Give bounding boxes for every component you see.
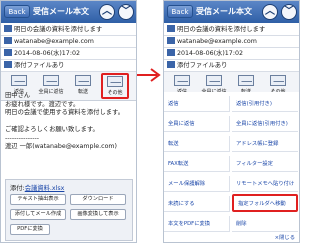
- screen-title: 受信メール本文: [196, 7, 252, 16]
- body-line: 渡辺 一郎(watanabe@example.com): [5, 143, 118, 150]
- close-menu-link[interactable]: ×閉じる: [275, 233, 295, 241]
- menu-item-mark-unread[interactable]: 未読にする: [164, 196, 230, 212]
- calendar-icon: [167, 49, 175, 56]
- body-line: ---------------: [5, 134, 40, 142]
- menu-item-move-folder[interactable]: 指定フォルダへ移動: [232, 194, 298, 212]
- date-text: 2014-08-06(水)17:02: [177, 50, 243, 57]
- previous-mail-button[interactable]: ︿: [99, 4, 115, 20]
- title-bar: Back 受信メール本文 ︿ ﹀: [164, 1, 299, 23]
- more-menu: 返信 返信(引用付き) 全員に返信 全員に返信(引用付き) 転送 アドレス帳に登…: [164, 92, 299, 242]
- menu-item-fax-forward[interactable]: FAX転送: [164, 156, 230, 172]
- menu-item-add-address[interactable]: アドレス帳に登録: [232, 136, 298, 152]
- from-row: watanabe@example.com: [1, 36, 136, 48]
- subject-icon: [4, 25, 12, 32]
- from-address[interactable]: watanabe@example.com: [177, 38, 257, 45]
- screen-title: 受信メール本文: [33, 7, 89, 16]
- body-line: 田中さん: [5, 92, 31, 99]
- image-convert-button[interactable]: 画像変換して表示: [70, 209, 126, 220]
- reply-icon: [11, 75, 27, 86]
- subject-row: 明日の会議の資料を添付します: [1, 24, 136, 36]
- mail-icon: [167, 37, 175, 44]
- paperclip-icon: [167, 61, 175, 68]
- mail-icon: [4, 37, 12, 44]
- mail-view-screen: Back 受信メール本文 ︿ ﹀ 明日の会議の資料を添付します watanabe…: [0, 0, 137, 243]
- from-address[interactable]: watanabe@example.com: [14, 38, 94, 45]
- mail-menu-screen: Back 受信メール本文 ︿ ﹀ 明日の会議の資料を添付します watanabe…: [163, 0, 300, 243]
- arrow-right-icon: [137, 68, 161, 82]
- date-row: 2014-08-06(水)17:02: [164, 48, 299, 60]
- text-extract-button[interactable]: テキスト抽出表示: [10, 194, 66, 205]
- reply-icon: [174, 75, 190, 86]
- next-mail-button[interactable]: ﹀: [281, 4, 297, 20]
- attachment-note: 添付ファイルあり: [177, 62, 228, 69]
- date-text: 2014-08-06(水)17:02: [14, 50, 80, 57]
- subject-row: 明日の会議の資料を添付します: [164, 24, 299, 36]
- pdf-convert-button[interactable]: PDFに変換: [10, 224, 50, 235]
- menu-item-reply-all-quote[interactable]: 全員に返信(引用付き): [232, 116, 298, 132]
- reply-all-icon: [43, 75, 59, 86]
- menu-item-reply-all[interactable]: 全員に返信: [164, 116, 230, 132]
- calendar-icon: [4, 49, 12, 56]
- attachment-file-link[interactable]: 会議資料.xlsx: [25, 185, 65, 192]
- forward-icon: [75, 75, 91, 86]
- more-icon: [270, 75, 286, 86]
- title-bar: Back 受信メール本文 ︿ ﹀: [1, 1, 136, 23]
- forward-icon: [238, 75, 254, 86]
- menu-item-remote-memo[interactable]: リモートメモへ貼り付け: [232, 176, 298, 192]
- menu-item-reply[interactable]: 返信: [164, 96, 230, 112]
- subject-text: 明日の会議の資料を添付します: [177, 26, 266, 33]
- menu-item-forward[interactable]: 転送: [164, 136, 230, 152]
- more-icon: [107, 76, 123, 87]
- body-line: [5, 118, 134, 127]
- attachment-panel: 添付:会議資料.xlsx テキスト抽出表示 ダウンロード 添付してメール作成 画…: [5, 179, 133, 241]
- body-line: 明日の会議で使用する資料を添付します。: [5, 109, 125, 116]
- back-button[interactable]: Back: [4, 5, 30, 18]
- from-row: watanabe@example.com: [164, 36, 299, 48]
- menu-item-pdf-convert[interactable]: 本文をPDFに変換: [164, 216, 230, 232]
- next-mail-button[interactable]: ﹀: [118, 4, 134, 20]
- subject-icon: [167, 25, 175, 32]
- back-button[interactable]: Back: [167, 5, 193, 18]
- attachment-row: 添付ファイルあり: [164, 60, 299, 72]
- attachment-label: 添付:: [10, 185, 25, 192]
- attach-compose-button[interactable]: 添付してメール作成: [10, 209, 66, 220]
- reply-all-icon: [206, 75, 222, 86]
- menu-item-unprotect[interactable]: メール保護解除: [164, 176, 230, 192]
- body-line: ご確認よろしくお願い致します。: [5, 126, 99, 133]
- menu-item-reply-quote[interactable]: 返信(引用付き): [232, 96, 298, 112]
- mail-body: 田中さん お疲れ様です。渡辺です。 明日の会議で使用する資料を添付します。 ご確…: [5, 92, 134, 152]
- menu-item-delete[interactable]: 削除: [232, 216, 298, 232]
- paperclip-icon: [4, 61, 12, 68]
- subject-text: 明日の会議の資料を添付します: [14, 26, 103, 33]
- attachment-header: 添付:会議資料.xlsx: [10, 183, 64, 192]
- menu-item-filter[interactable]: フィルター設定: [232, 156, 298, 172]
- body-line: お疲れ様です。渡辺です。: [5, 100, 80, 108]
- date-row: 2014-08-06(水)17:02: [1, 48, 136, 60]
- attachment-note: 添付ファイルあり: [14, 62, 65, 69]
- download-button[interactable]: ダウンロード: [70, 194, 126, 205]
- attachment-row: 添付ファイルあり: [1, 60, 136, 72]
- previous-mail-button[interactable]: ︿: [262, 4, 278, 20]
